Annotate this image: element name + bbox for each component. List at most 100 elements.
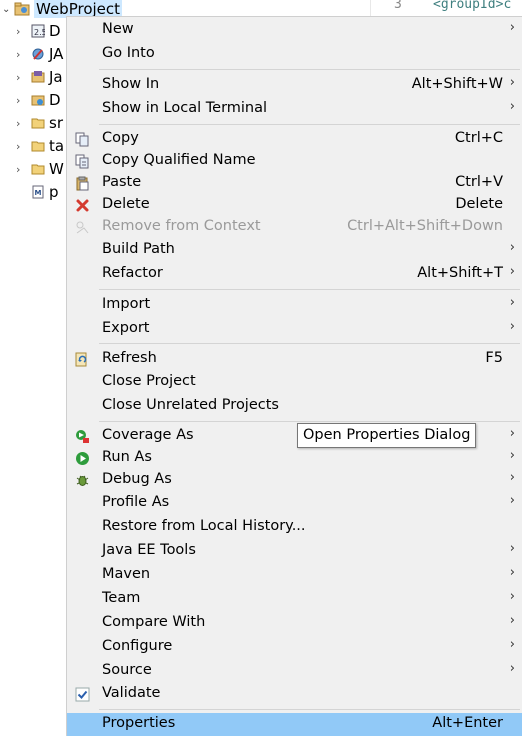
validate-check-icon — [75, 687, 90, 702]
menu-item-label: Restore from Local History... — [102, 518, 306, 534]
submenu-arrow-icon: › — [509, 99, 515, 114]
menu-item-java-ee-tools[interactable]: Java EE Tools › — [67, 540, 522, 563]
menu-separator — [99, 343, 520, 344]
tree-item[interactable]: › Ja — [16, 66, 63, 88]
tree-item[interactable]: › 2.5 D — [16, 20, 61, 42]
menu-item-label: Delete — [102, 196, 150, 212]
context-menu: New › Go Into Show In Alt+Shift+W › Show… — [66, 16, 522, 736]
submenu-arrow-icon: › — [509, 541, 515, 556]
menu-separator — [99, 289, 520, 290]
menu-item-copy-qualified-name[interactable]: Copy Qualified Name — [67, 150, 522, 173]
delete-icon — [76, 199, 89, 212]
menu-item-label: Profile As — [102, 494, 170, 510]
menu-item-run-as[interactable]: Run As › — [67, 447, 522, 470]
tree-item[interactable]: › sr — [16, 112, 63, 134]
menu-item-shortcut: F5 — [485, 350, 503, 366]
menu-item-label: Maven — [102, 566, 151, 582]
menu-item-label: Export — [102, 320, 150, 336]
menu-item-compare-with[interactable]: Compare With › — [67, 612, 522, 635]
tree-item-label: sr — [49, 114, 63, 132]
submenu-arrow-icon: › — [509, 661, 515, 676]
menu-item-build-path[interactable]: Build Path › — [67, 239, 522, 262]
chevron-right-icon[interactable]: › — [16, 48, 28, 61]
menu-item-configure[interactable]: Configure › — [67, 636, 522, 659]
chevron-right-icon[interactable]: › — [16, 25, 28, 38]
menu-item-new[interactable]: New › — [67, 19, 522, 42]
menu-item-label: Refactor — [102, 265, 163, 281]
menu-item-close-project[interactable]: Close Project — [67, 371, 522, 394]
menu-separator — [99, 124, 520, 125]
tree-item-label: ta — [49, 137, 65, 155]
menu-item-label: Java EE Tools — [102, 542, 196, 558]
menu-item-shortcut: Ctrl+V — [455, 174, 503, 190]
tree-item-label: p — [49, 183, 59, 201]
menu-item-profile-as[interactable]: Profile As › — [67, 492, 522, 515]
menu-item-label: New — [102, 21, 134, 37]
chevron-down-icon[interactable]: ⌄ — [2, 4, 12, 15]
run-icon — [76, 452, 89, 465]
menu-item-team[interactable]: Team › — [67, 588, 522, 611]
menu-item-remove-from-context: Remove from Context Ctrl+Alt+Shift+Down — [67, 216, 522, 239]
menu-item-refresh[interactable]: Refresh F5 — [67, 348, 522, 371]
menu-item-label: Build Path — [102, 241, 175, 257]
menu-item-label: Team — [102, 590, 141, 606]
menu-item-restore-from-local-history[interactable]: Restore from Local History... — [67, 516, 522, 539]
web-project-icon — [14, 2, 30, 16]
menu-item-import[interactable]: Import › — [67, 294, 522, 317]
tree-item[interactable]: › W — [16, 158, 64, 180]
folder-icon — [31, 141, 45, 152]
menu-item-label: Close Unrelated Projects — [102, 397, 279, 413]
menu-item-copy[interactable]: Copy Ctrl+C — [67, 128, 522, 151]
paste-icon — [76, 176, 89, 191]
chevron-right-icon[interactable]: › — [16, 140, 28, 153]
submenu-arrow-icon: › — [509, 470, 515, 485]
chevron-right-icon[interactable]: › — [16, 94, 28, 107]
menu-item-label: Properties — [102, 715, 176, 731]
menu-item-export[interactable]: Export › — [67, 318, 522, 341]
menu-item-properties[interactable]: Properties Alt+Enter — [67, 713, 522, 736]
menu-item-go-into[interactable]: Go Into — [67, 43, 522, 66]
tree-item-label: Ja — [49, 68, 63, 86]
chevron-right-icon[interactable]: › — [16, 71, 28, 84]
debug-bug-icon — [76, 475, 89, 486]
submenu-arrow-icon: › — [509, 589, 515, 604]
menu-item-paste[interactable]: Paste Ctrl+V — [67, 172, 522, 195]
chevron-right-icon[interactable]: › — [16, 117, 28, 130]
menu-item-shortcut: Ctrl+C — [454, 130, 503, 146]
menu-item-label: Refresh — [102, 350, 157, 366]
tree-item-label: JA — [49, 45, 64, 63]
svg-text:2.5: 2.5 — [34, 28, 45, 37]
code-line: <groupId>c — [433, 0, 512, 12]
menu-separator — [99, 709, 520, 710]
menu-item-show-in[interactable]: Show In Alt+Shift+W › — [67, 74, 522, 97]
chevron-right-icon[interactable]: › — [16, 163, 28, 176]
menu-item-shortcut: Alt+Shift+W — [411, 76, 503, 92]
submenu-arrow-icon: › — [509, 295, 515, 310]
menu-item-label: Coverage As — [102, 427, 194, 443]
coverage-icon — [76, 430, 89, 443]
menu-item-label: Import — [102, 296, 151, 312]
submenu-arrow-icon: › — [509, 565, 515, 580]
tree-item[interactable]: › JA — [16, 43, 63, 65]
menu-item-refactor[interactable]: Refactor Alt+Shift+T › — [67, 263, 522, 286]
menu-item-label: Remove from Context — [102, 218, 261, 234]
menu-item-label: Compare With — [102, 614, 206, 630]
menu-item-label: Run As — [102, 449, 152, 465]
menu-item-close-unrelated-projects[interactable]: Close Unrelated Projects — [67, 395, 522, 418]
submenu-arrow-icon: › — [509, 75, 515, 90]
tree-item[interactable]: › M p — [16, 181, 59, 203]
menu-item-validate[interactable]: Validate — [67, 683, 522, 706]
menu-item-delete[interactable]: Delete Delete — [67, 194, 522, 217]
refresh-icon — [75, 352, 87, 367]
maven-pom-icon: M — [32, 185, 44, 199]
tree-item-label: W — [49, 160, 64, 178]
menu-item-label: Close Project — [102, 373, 196, 389]
menu-item-debug-as[interactable]: Debug As › — [67, 469, 522, 492]
menu-item-source[interactable]: Source › — [67, 660, 522, 683]
menu-item-maven[interactable]: Maven › — [67, 564, 522, 587]
tree-item[interactable]: › D — [16, 89, 61, 111]
menu-item-label: Configure — [102, 638, 173, 654]
menu-item-show-in-local-terminal[interactable]: Show in Local Terminal › — [67, 98, 522, 121]
tree-item[interactable]: › ta — [16, 135, 64, 157]
deployed-resources-icon — [31, 95, 45, 106]
